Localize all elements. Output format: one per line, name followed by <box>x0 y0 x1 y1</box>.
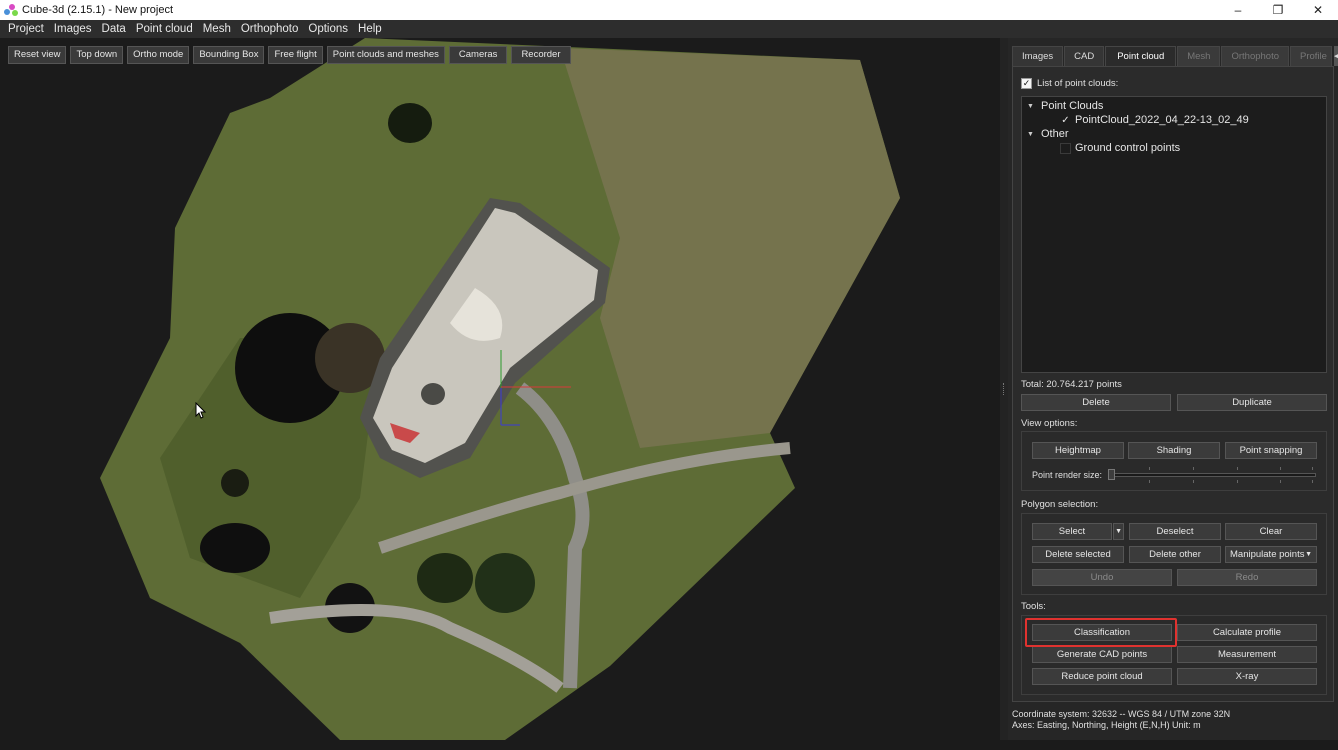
menu-project[interactable]: Project <box>3 20 49 38</box>
panel-tabs: Images CAD Point cloud Mesh Orthophoto P… <box>1012 46 1338 66</box>
tree-shadow <box>200 523 270 573</box>
menu-mesh[interactable]: Mesh <box>198 20 236 38</box>
menu-help[interactable]: Help <box>353 20 387 38</box>
close-button[interactable]: ✕ <box>1298 0 1338 20</box>
point-render-size-slider[interactable] <box>1108 473 1316 477</box>
tree <box>475 553 535 613</box>
tree-shadow <box>388 103 432 143</box>
point-cloud-tab-content: ✓ List of point clouds: ▼ Point Clouds ✓… <box>1012 66 1334 702</box>
tab-orthophoto[interactable]: Orthophoto <box>1221 46 1290 66</box>
menu-data[interactable]: Data <box>97 20 131 38</box>
point-cloud-visibility-checkbox[interactable]: ✓ <box>1060 115 1071 126</box>
cameras-button[interactable]: Cameras <box>448 46 508 64</box>
expand-caret-icon[interactable]: ▼ <box>1027 131 1035 138</box>
bounding-box-button[interactable]: Bounding Box <box>193 46 265 64</box>
tools-group: Classification Calculate profile Generat… <box>1021 615 1327 695</box>
coordinate-status: Coordinate system: 32632 -- WGS 84 / UTM… <box>1012 709 1230 731</box>
redo-button[interactable]: Redo <box>1177 569 1317 586</box>
clear-button[interactable]: Clear <box>1225 523 1317 540</box>
expand-caret-icon[interactable]: ▼ <box>1027 103 1035 110</box>
tab-scroll-left-icon[interactable]: ◀ <box>1333 46 1338 66</box>
side-panel: Images CAD Point cloud Mesh Orthophoto P… <box>1008 38 1338 740</box>
polygon-selection-label: Polygon selection: <box>1021 499 1099 510</box>
maximize-button[interactable]: ❐ <box>1258 0 1298 20</box>
chevron-down-icon: ▼ <box>1305 551 1312 558</box>
point-render-size-handle[interactable] <box>1108 469 1115 480</box>
list-of-point-clouds-label: List of point clouds: <box>1037 78 1119 89</box>
point-snapping-button[interactable]: Point snapping <box>1225 442 1317 459</box>
coordinate-system-label: Coordinate system: 32632 -- WGS 84 / UTM… <box>1012 709 1231 719</box>
tools-label: Tools: <box>1021 601 1046 612</box>
reset-view-button[interactable]: Reset view <box>8 46 67 64</box>
tree-item-gcp[interactable]: Ground control points <box>1022 141 1326 155</box>
menu-point-cloud[interactable]: Point cloud <box>131 20 198 38</box>
tree-shadow <box>221 469 249 497</box>
gcp-visibility-checkbox[interactable] <box>1060 142 1071 154</box>
generate-cad-points-button[interactable]: Generate CAD points <box>1032 646 1172 663</box>
point-cloud-tree: ▼ Point Clouds ✓ PointCloud_2022_04_22-1… <box>1021 96 1327 373</box>
recorder-button[interactable]: Recorder <box>511 46 571 64</box>
3d-viewport[interactable]: Reset view Top down Ortho mode Bounding … <box>0 38 1000 740</box>
tab-images[interactable]: Images <box>1012 46 1064 66</box>
total-points-label: Total: 20.764.217 points <box>1021 379 1122 390</box>
calculate-profile-button[interactable]: Calculate profile <box>1177 624 1317 641</box>
menu-options[interactable]: Options <box>303 20 353 38</box>
tree-group-other[interactable]: ▼ Other <box>1022 127 1326 141</box>
skatepark-hole <box>421 383 445 405</box>
top-down-button[interactable]: Top down <box>70 46 124 64</box>
chevron-down-icon: ▼ <box>1115 528 1122 535</box>
menu-images[interactable]: Images <box>49 20 97 38</box>
tab-profile[interactable]: Profile <box>1290 46 1332 66</box>
tab-point-cloud[interactable]: Point cloud <box>1105 46 1177 66</box>
view-options-label: View options: <box>1021 418 1078 429</box>
undo-button[interactable]: Undo <box>1032 569 1172 586</box>
x-ray-button[interactable]: X-ray <box>1177 668 1317 685</box>
ortho-mode-button[interactable]: Ortho mode <box>127 46 190 64</box>
title-bar: Cube-3d (2.15.1) - New project – ❐ ✕ <box>0 0 1338 20</box>
tree-group-point-clouds[interactable]: ▼ Point Clouds <box>1022 99 1326 113</box>
free-flight-button[interactable]: Free flight <box>268 46 323 64</box>
manipulate-points-dropdown[interactable]: Manipulate points ▼ <box>1225 546 1317 563</box>
viewport-toolbar: Reset view Top down Ortho mode Bounding … <box>8 46 571 64</box>
heightmap-button[interactable]: Heightmap <box>1032 442 1124 459</box>
panel-splitter[interactable] <box>1000 38 1008 740</box>
delete-selected-button[interactable]: Delete selected <box>1032 546 1124 563</box>
axes-label: Axes: Easting, Northing, Height (E,N,H) … <box>1012 720 1201 730</box>
tab-cad[interactable]: CAD <box>1064 46 1105 66</box>
menu-orthophoto[interactable]: Orthophoto <box>236 20 304 38</box>
delete-button[interactable]: Delete <box>1021 394 1171 411</box>
view-options-group: Heightmap Shading Point snapping Point r… <box>1021 431 1327 491</box>
point-clouds-meshes-button[interactable]: Point clouds and meshes <box>326 46 445 64</box>
window-title: Cube-3d (2.15.1) - New project <box>22 4 174 16</box>
deselect-button[interactable]: Deselect <box>1129 523 1221 540</box>
select-button[interactable]: Select <box>1032 523 1112 540</box>
minimize-button[interactable]: – <box>1218 0 1258 20</box>
tab-mesh[interactable]: Mesh <box>1177 46 1221 66</box>
mouse-cursor-icon <box>195 402 207 419</box>
duplicate-button[interactable]: Duplicate <box>1177 394 1327 411</box>
measurement-button[interactable]: Measurement <box>1177 646 1317 663</box>
shading-button[interactable]: Shading <box>1128 442 1220 459</box>
point-cloud-scene[interactable] <box>0 38 1000 740</box>
select-dropdown-button[interactable]: ▼ <box>1113 523 1124 540</box>
classification-highlight-box <box>1025 618 1177 647</box>
tree-item-point-cloud[interactable]: ✓ PointCloud_2022_04_22-13_02_49 <box>1022 113 1326 127</box>
reduce-point-cloud-button[interactable]: Reduce point cloud <box>1032 668 1172 685</box>
list-of-point-clouds-checkbox[interactable]: ✓ <box>1021 78 1032 89</box>
delete-other-button[interactable]: Delete other <box>1129 546 1221 563</box>
point-render-size-label: Point render size: <box>1032 470 1103 480</box>
menu-bar: Project Images Data Point cloud Mesh Ort… <box>0 20 1338 38</box>
app-logo-icon <box>4 3 18 17</box>
app-window: Cube-3d (2.15.1) - New project – ❐ ✕ Pro… <box>0 0 1338 750</box>
tree <box>417 553 473 603</box>
polygon-selection-group: Select ▼ Deselect Clear Delete selected … <box>1021 513 1327 595</box>
